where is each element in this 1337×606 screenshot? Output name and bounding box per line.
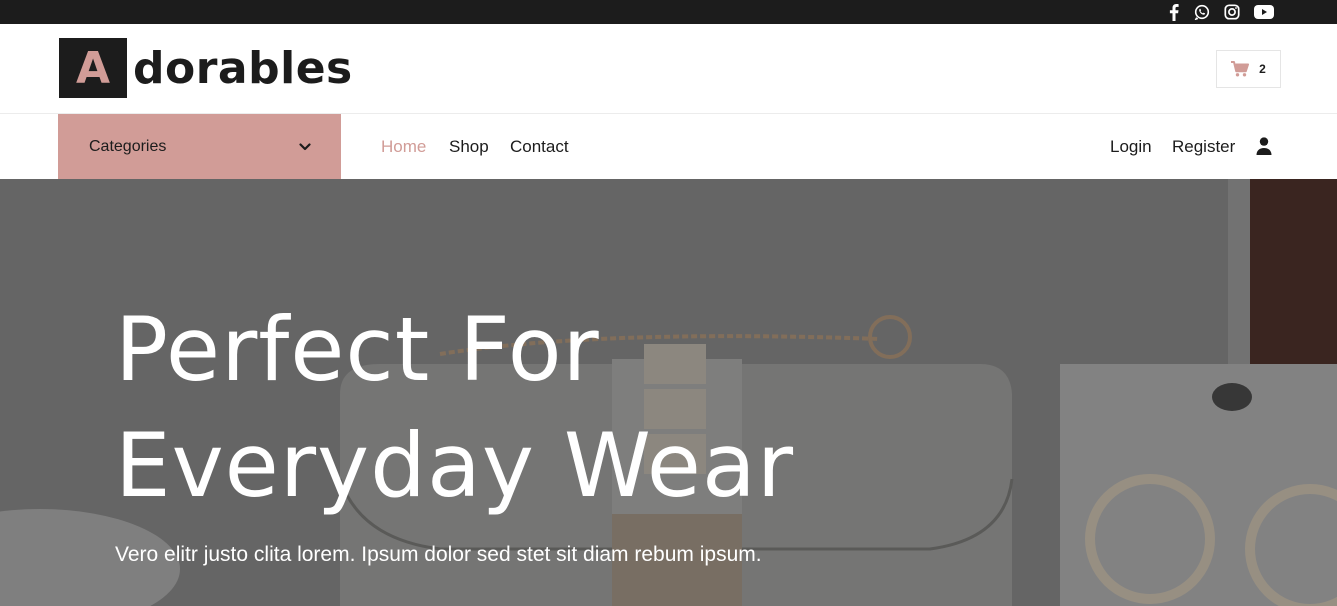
cart-button[interactable]: 2 — [1216, 50, 1281, 88]
hero-subtitle: Vero elitr justo clita lorem. Ipsum dolo… — [115, 543, 762, 566]
site-header: A dorables 2 — [0, 24, 1337, 114]
whatsapp-icon[interactable] — [1193, 3, 1211, 21]
facebook-icon[interactable] — [1165, 3, 1183, 21]
nav-link-home[interactable]: Home — [381, 137, 426, 157]
cart-icon — [1231, 61, 1250, 77]
youtube-icon[interactable] — [1253, 3, 1275, 21]
logo-letter-box: A — [59, 38, 127, 98]
hero-title-line-1: Perfect For — [115, 298, 600, 401]
nav-link-contact[interactable]: Contact — [510, 137, 569, 157]
chevron-down-icon — [299, 142, 311, 150]
hero-title: Perfect For Everyday Wear — [115, 292, 1015, 524]
login-link[interactable]: Login — [1110, 137, 1152, 157]
cart-count-badge: 2 — [1259, 62, 1266, 76]
register-link[interactable]: Register — [1172, 137, 1235, 157]
nav-link-shop[interactable]: Shop — [449, 137, 489, 157]
main-nav: Categories Home Shop Contact Login Regis… — [0, 114, 1337, 179]
top-bar — [0, 0, 1337, 24]
categories-label: Categories — [89, 137, 167, 155]
instagram-icon[interactable] — [1223, 3, 1241, 21]
user-icon[interactable] — [1255, 137, 1273, 155]
categories-dropdown[interactable]: Categories — [58, 114, 341, 179]
hero-title-line-2: Everyday Wear — [115, 414, 795, 517]
site-logo[interactable]: A dorables — [59, 38, 353, 98]
logo-text: dorables — [133, 42, 353, 94]
hero-carousel[interactable]: Perfect For Everyday Wear Vero elitr jus… — [0, 179, 1337, 606]
